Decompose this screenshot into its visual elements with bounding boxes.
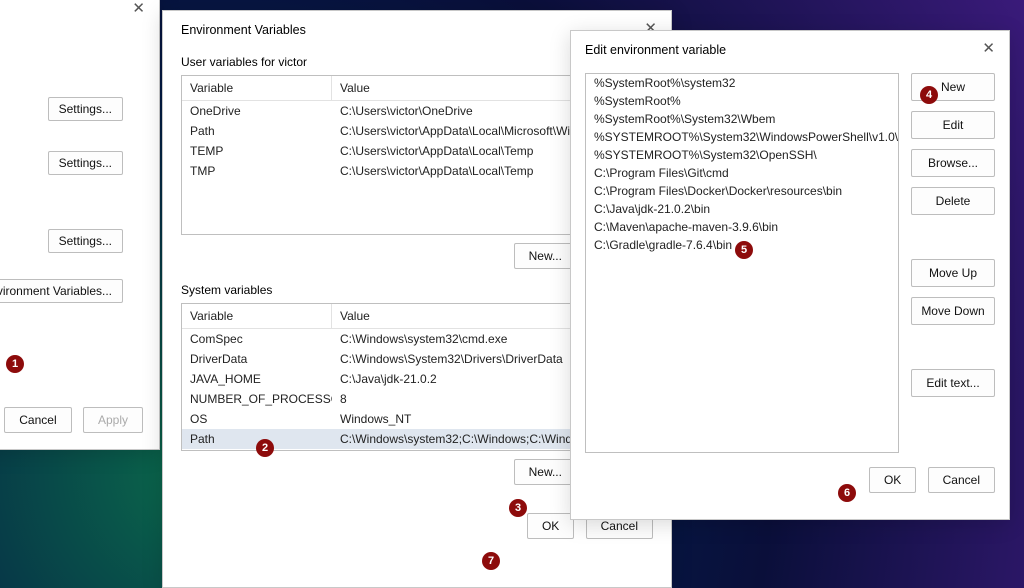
var-name: Path bbox=[182, 121, 332, 141]
list-item[interactable]: C:\Program Files\Git\cmd bbox=[586, 164, 898, 182]
var-name: TMP bbox=[182, 161, 332, 181]
list-item[interactable]: C:\Java\jdk-21.0.2\bin bbox=[586, 200, 898, 218]
step-badge-7: 7 bbox=[482, 552, 500, 570]
var-name: ComSpec bbox=[182, 329, 332, 349]
col-header-variable[interactable]: Variable bbox=[182, 304, 332, 329]
list-item[interactable]: C:\Program Files\Docker\Docker\resources… bbox=[586, 182, 898, 200]
edit-button[interactable]: Edit bbox=[911, 111, 995, 139]
var-name: NUMBER_OF_PROCESSORS bbox=[182, 389, 332, 409]
step-badge-2: 2 bbox=[256, 439, 274, 457]
tab-strip: Protection Remote bbox=[0, 1, 143, 15]
list-item[interactable]: %SYSTEMROOT%\System32\OpenSSH\ bbox=[586, 146, 898, 164]
col-header-variable[interactable]: Variable bbox=[182, 76, 332, 101]
var-name: OneDrive bbox=[182, 101, 332, 121]
performance-settings-button[interactable]: Settings... bbox=[48, 97, 123, 121]
move-down-button[interactable]: Move Down bbox=[911, 297, 995, 325]
delete-button[interactable]: Delete bbox=[911, 187, 995, 215]
profiles-settings-button[interactable]: Settings... bbox=[48, 151, 123, 175]
list-item[interactable]: %SYSTEMROOT%\System32\WindowsPowerShell\… bbox=[586, 128, 898, 146]
close-icon[interactable]: ✕ bbox=[982, 39, 995, 57]
startup-heading: formation bbox=[0, 205, 143, 219]
move-up-button[interactable]: Move Up bbox=[911, 259, 995, 287]
list-item[interactable]: %SystemRoot%\System32\Wbem bbox=[586, 110, 898, 128]
var-name: TEMP bbox=[182, 141, 332, 161]
step-badge-3: 3 bbox=[509, 499, 527, 517]
path-entries-list[interactable]: %SystemRoot%\system32%SystemRoot%%System… bbox=[585, 73, 899, 453]
cancel-button[interactable]: Cancel bbox=[4, 407, 71, 433]
step-badge-6: 6 bbox=[838, 484, 856, 502]
list-item[interactable]: C:\Maven\apache-maven-3.9.6\bin bbox=[586, 218, 898, 236]
step-badge-4: 4 bbox=[920, 86, 938, 104]
var-name: JAVA_HOME bbox=[182, 369, 332, 389]
step-badge-1: 1 bbox=[6, 355, 24, 373]
environment-variables-button[interactable]: Environment Variables... bbox=[0, 279, 123, 303]
list-item[interactable]: %SystemRoot% bbox=[586, 92, 898, 110]
edit-text-button[interactable]: Edit text... bbox=[911, 369, 995, 397]
system-properties-window: ✕ Protection Remote ke most of these cha… bbox=[0, 0, 160, 450]
list-item[interactable]: %SystemRoot%\system32 bbox=[586, 74, 898, 92]
var-name: DriverData bbox=[182, 349, 332, 369]
sys-new-button[interactable]: New... bbox=[514, 459, 577, 485]
close-icon[interactable]: ✕ bbox=[132, 0, 145, 17]
window-title: Edit environment variable bbox=[585, 43, 995, 57]
cancel-button[interactable]: Cancel bbox=[928, 467, 995, 493]
ok-button[interactable]: OK bbox=[869, 467, 916, 493]
step-badge-5: 5 bbox=[735, 241, 753, 259]
apply-button[interactable]: Apply bbox=[83, 407, 143, 433]
var-name: OS bbox=[182, 409, 332, 429]
edit-environment-variable-window: ✕ Edit environment variable %SystemRoot%… bbox=[570, 30, 1010, 520]
admin-note: ke most of these changes. bbox=[0, 29, 143, 43]
perf-description: age, and virtual memory bbox=[0, 73, 143, 87]
browse-button[interactable]: Browse... bbox=[911, 149, 995, 177]
startup-settings-button[interactable]: Settings... bbox=[48, 229, 123, 253]
user-new-button[interactable]: New... bbox=[514, 243, 577, 269]
ok-button[interactable]: OK bbox=[527, 513, 574, 539]
